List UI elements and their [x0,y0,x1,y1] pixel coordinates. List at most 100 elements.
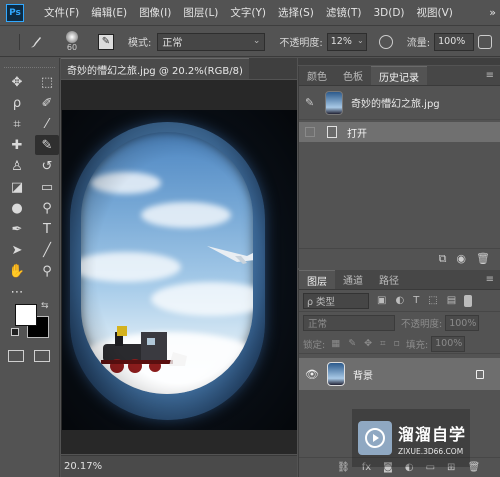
filter-adjustment-icon[interactable]: ◐ [395,295,404,306]
color-swatches: ⇆ [11,301,51,340]
filter-shape-icon[interactable]: ⬚ [428,295,437,306]
blend-mode-select[interactable]: 正常 [303,315,395,331]
brush-panel-toggle-icon[interactable]: ✎ [98,33,114,50]
path-select-tool-icon[interactable]: ➤ [5,240,29,260]
menu-layer[interactable]: 图层(L) [177,5,224,20]
clone-stamp-tool-icon[interactable]: ♙ [5,156,29,176]
zoom-tool-icon[interactable]: ⚲ [35,261,59,281]
airbrush-icon[interactable] [478,34,493,49]
brush-tool-icon[interactable]: ✎ [35,135,59,155]
layer-blend-row: 正常 不透明度: 100% [299,312,500,334]
history-source-brush-icon[interactable]: ✎ [305,96,317,109]
lock-artboard-icon[interactable]: ⌗ [380,338,385,349]
tab-swatches[interactable]: 色板 [335,66,371,85]
document-title: 奇妙的懵幻之旅.jpg @ 20.2%(RGB/8) [67,65,243,77]
swap-colors-icon[interactable]: ⇆ [41,301,49,311]
opacity-field[interactable]: 12% ⌄ [326,32,367,51]
tab-channels[interactable]: 通道 [335,270,371,289]
toolbar-grip[interactable] [4,60,55,68]
flow-field[interactable]: 100% [434,32,475,51]
menu-select[interactable]: 选择(S) [272,5,320,20]
filter-pixel-icon[interactable]: ▣ [377,295,386,306]
type-tool-icon[interactable]: T [35,219,59,239]
hand-tool-icon[interactable]: ✋ [5,261,29,281]
blur-tool-icon[interactable]: ● [5,198,29,218]
watermark: 溜溜自学 ZIXUE.3D66.COM [352,409,470,467]
history-state-label: 打开 [347,128,367,140]
link-layers-icon[interactable]: ⛓ [337,462,350,473]
quick-select-tool-icon[interactable]: ✐ [35,93,59,113]
pen-tool-icon[interactable]: ✒ [5,219,29,239]
crop-tool-icon[interactable]: ⌗ [5,114,29,134]
history-source-checkbox[interactable] [305,127,315,137]
lock-label: 锁定: [303,339,326,351]
filter-toggle-switch[interactable] [464,294,473,307]
lock-transparent-icon[interactable]: ▦ [331,338,340,349]
tab-layers[interactable]: 图层 [299,270,335,289]
layer-opacity-field[interactable]: 100% [445,315,480,331]
menu-filter[interactable]: 滤镜(T) [320,5,368,20]
fill-value: 100% [435,338,463,349]
menu-3d[interactable]: 3D(D) [367,7,410,19]
quick-mask-icon[interactable] [8,350,24,362]
menu-type[interactable]: 文字(Y) [224,5,272,20]
menu-view[interactable]: 视图(V) [411,5,459,20]
lock-image-icon[interactable]: ✎ [348,338,356,349]
layer-filter-select[interactable]: ρ 类型 [303,292,369,309]
pressure-opacity-icon[interactable] [378,34,393,49]
document-canvas[interactable] [62,110,297,430]
lasso-tool-icon[interactable]: ρ [5,93,29,113]
filter-smart-object-icon[interactable]: ▤ [447,295,456,306]
dodge-tool-icon[interactable]: ⚲ [35,198,59,218]
history-state-open[interactable]: 打开 [299,122,500,142]
cloud [91,172,161,194]
menu-image[interactable]: 图像(I) [133,5,177,20]
marquee-tool-icon[interactable]: ⬚ [35,72,59,92]
menu-file[interactable]: 文件(F) [38,5,85,20]
new-document-from-state-icon[interactable]: ⧉ [439,252,447,266]
fill-field[interactable]: 100% [431,335,466,352]
mode-select[interactable]: 正常 ⌄ [157,32,266,51]
tab-color[interactable]: 颜色 [299,66,335,85]
watermark-play-icon [358,421,392,455]
history-snapshot[interactable]: ✎ 奇妙的懵幻之旅.jpg [299,86,500,120]
menu-overflow-button[interactable]: » [489,6,496,19]
filter-type-icon[interactable]: T [413,295,419,306]
menu-edit[interactable]: 编辑(E) [85,5,133,20]
tab-paths[interactable]: 路径 [371,270,407,289]
foreground-color-swatch[interactable] [15,304,37,326]
eyedropper-tool-icon[interactable]: ⁄ [35,114,59,134]
healing-brush-tool-icon[interactable]: ✚ [5,135,29,155]
photoshop-logo: Ps [6,3,24,22]
brush-size-picker[interactable]: 60 [58,31,86,52]
move-tool-icon[interactable]: ✥ [5,72,29,92]
lock-icon [476,369,484,379]
brush-preset-icon[interactable] [28,34,44,50]
camera-icon[interactable]: ◉ [456,252,466,265]
more-tools-icon[interactable]: ⋯ [5,282,29,302]
history-footer: ⧉ ◉ 🗑 [299,248,500,268]
eraser-tool-icon[interactable]: ◪ [5,177,29,197]
document-icon [327,126,337,138]
snapshot-thumbnail [325,90,343,115]
panel-menu-icon[interactable]: ≡ [486,274,494,285]
screen-mode-icon[interactable] [34,350,50,362]
tab-history[interactable]: 历史记录 [371,66,427,85]
gradient-tool-icon[interactable]: ▭ [35,177,59,197]
cloud [151,282,253,316]
watermark-name: 溜溜自学 [398,424,467,444]
layer-row[interactable]: 👁 背景 [299,358,500,390]
steam-train [101,326,187,373]
lock-position-icon[interactable]: ✥ [364,338,372,349]
document-tab[interactable]: 奇妙的懵幻之旅.jpg @ 20.2%(RGB/8) × [61,58,261,79]
lock-all-icon[interactable]: ▫ [393,338,399,349]
default-colors-icon[interactable] [11,328,19,336]
line-tool-icon[interactable]: ╱ [35,240,59,260]
trash-icon[interactable]: 🗑 [476,252,490,265]
home-icon[interactable] [4,33,20,50]
zoom-level[interactable]: 20.17% [64,461,102,472]
panel-menu-icon[interactable]: ≡ [486,70,494,81]
history-brush-tool-icon[interactable]: ↺ [35,156,59,176]
eye-icon[interactable]: 👁 [305,368,319,381]
brush-tip-icon [66,31,78,43]
